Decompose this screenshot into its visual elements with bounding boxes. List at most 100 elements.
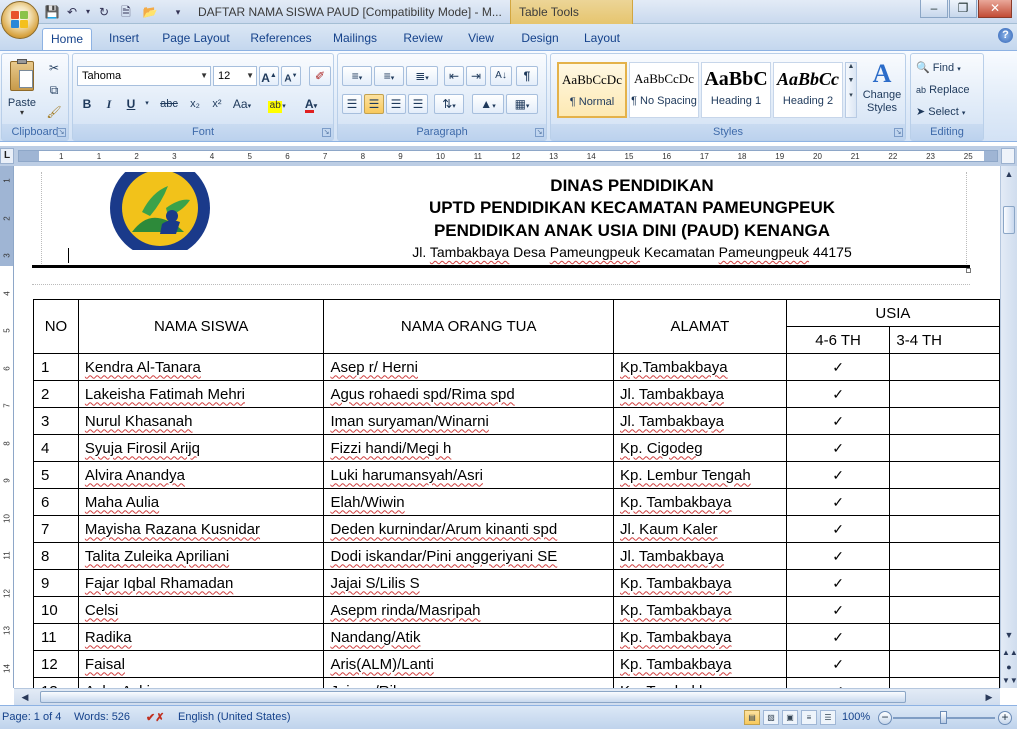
draft-view-icon[interactable]: ☰ — [820, 710, 836, 725]
cell-nama-orang-tua[interactable]: Jajang/Rika — [323, 677, 615, 688]
cell-nama-orang-tua[interactable]: Aris(ALM)/Lanti — [323, 650, 615, 678]
show-formatting-button[interactable]: ¶ — [516, 66, 538, 86]
minimize-button[interactable]: – — [920, 0, 948, 18]
cell-no[interactable]: 2 — [33, 380, 79, 408]
cell-age-4-6[interactable]: ✓ — [785, 488, 891, 516]
cell-no[interactable]: 1 — [33, 353, 79, 381]
cell-nama-orang-tua[interactable]: Dodi iskandar/Pini anggeriyani SE — [323, 542, 615, 570]
bold-button[interactable]: B — [77, 94, 97, 114]
cell-nama-siswa[interactable]: Nurul Khasanah — [77, 407, 325, 435]
vertical-scroll-thumb[interactable] — [1003, 206, 1015, 234]
tab-review[interactable]: Review — [396, 28, 450, 50]
scroll-right-icon[interactable]: ▶ — [982, 690, 996, 704]
cut-icon[interactable]: ✂ — [44, 58, 64, 78]
header-usia[interactable]: USIA — [785, 299, 1000, 327]
cell-no[interactable]: 3 — [33, 407, 79, 435]
header-nama-orang-tua[interactable]: NAMA ORANG TUA — [323, 299, 615, 354]
cell-age-4-6[interactable]: ✓ — [785, 623, 891, 651]
replace-button[interactable]: ab Replace — [915, 80, 981, 100]
tab-view[interactable]: View — [460, 28, 502, 50]
cell-nama-orang-tua[interactable]: Asepm rinda/Masripah — [323, 596, 615, 624]
cell-no[interactable]: 7 — [33, 515, 79, 543]
table-row[interactable]: 10 Celsi Asepm rinda/Masripah Kp. Tambakbay… — [33, 596, 1000, 624]
students-table[interactable]: NO NAMA SISWA NAMA ORANG TUA ALAMAT USIA… — [33, 299, 1000, 688]
change-case-button[interactable]: Aa▾ — [229, 94, 255, 114]
table-row[interactable]: 11 Radika Nandang/Atik Kp. Tambakbaya ✓ — [33, 623, 1000, 651]
shading-icon[interactable]: ▲▾ — [472, 94, 504, 114]
undo-dropdown-icon[interactable]: ▾ — [80, 4, 96, 20]
cell-nama-siswa[interactable]: Kendra Al-Tanara — [77, 353, 325, 381]
cell-age-4-6[interactable]: ✓ — [785, 353, 891, 381]
cell-alamat[interactable]: Kp.Tambakbaya — [613, 353, 787, 381]
cell-nama-siswa[interactable]: Radika — [77, 623, 325, 651]
cell-age-3-4[interactable] — [889, 542, 1000, 570]
cell-nama-orang-tua[interactable]: Nandang/Atik — [323, 623, 615, 651]
italic-button[interactable]: I — [99, 94, 119, 114]
cell-nama-siswa[interactable]: Syuja Firosil Arijq — [77, 434, 325, 462]
office-button[interactable] — [1, 1, 39, 39]
underline-dropdown-icon[interactable]: ▾ — [143, 94, 151, 114]
cell-age-4-6[interactable]: ✓ — [785, 569, 891, 597]
tab-mailings[interactable]: Mailings — [326, 28, 384, 50]
cell-age-3-4[interactable] — [889, 515, 1000, 543]
borders-icon[interactable]: ▦▾ — [506, 94, 538, 114]
cell-age-3-4[interactable] — [889, 353, 1000, 381]
bullets-icon[interactable]: ≡▾ — [342, 66, 372, 86]
cell-alamat[interactable]: Kp. Tambakbaya — [613, 596, 787, 624]
cell-nama-orang-tua[interactable]: Jajai S/Lilis S — [323, 569, 615, 597]
full-screen-reading-icon[interactable]: ▧ — [763, 710, 779, 725]
previous-page-icon[interactable]: ▲▲ — [1002, 646, 1017, 660]
tab-insert[interactable]: Insert — [102, 28, 146, 50]
underline-button[interactable]: U — [121, 94, 141, 114]
scroll-left-icon[interactable]: ◀ — [18, 690, 32, 704]
close-button[interactable]: ✕ — [978, 0, 1012, 18]
align-left-icon[interactable]: ☰ — [342, 94, 362, 114]
view-ruler-icon[interactable] — [1001, 148, 1015, 164]
cell-age-3-4[interactable] — [889, 488, 1000, 516]
align-right-icon[interactable]: ☰ — [386, 94, 406, 114]
document-page[interactable]: DINAS PENDIDIKAN UPTD PENDIDIKAN KECAMAT… — [14, 166, 1000, 688]
cell-age-4-6[interactable]: ✓ — [785, 677, 891, 688]
cell-nama-orang-tua[interactable]: Asep r/ Herni — [323, 353, 615, 381]
strikethrough-button[interactable]: abc — [155, 94, 183, 114]
numbering-icon[interactable]: ≡▾ — [374, 66, 404, 86]
table-row[interactable]: 5 Alvira Anandya Luki harumansyah/Asri Kp. … — [33, 461, 1000, 489]
cell-age-3-4[interactable] — [889, 596, 1000, 624]
cell-alamat[interactable]: Kp. Tambakbaya — [613, 569, 787, 597]
font-family-combo[interactable]: Tahoma ▼ — [77, 66, 211, 86]
redo-icon[interactable]: ↻ — [96, 4, 112, 20]
new-document-icon[interactable]: 🗎 — [118, 4, 134, 20]
cell-nama-orang-tua[interactable]: Elah/Wiwin — [323, 488, 615, 516]
cell-age-3-4[interactable] — [889, 380, 1000, 408]
table-row[interactable]: 6 Maha Aulia Elah/Wiwin Kp. Tambakbaya ✓ — [33, 488, 1000, 516]
line-spacing-icon[interactable]: ⇅▾ — [434, 94, 464, 114]
tab-home[interactable]: Home — [42, 28, 92, 50]
cell-no[interactable]: 6 — [33, 488, 79, 516]
increase-indent-icon[interactable]: ⇥ — [466, 66, 486, 86]
cell-alamat[interactable]: Jl. Tambakbaya — [613, 380, 787, 408]
cell-alamat[interactable]: Jl. Tambakbaya — [613, 407, 787, 435]
table-row[interactable]: 4 Syuja Firosil Arijq Fizzi handi/Megi h Kp… — [33, 434, 1000, 462]
vertical-scrollbar[interactable]: ▲ ▼ ▲▲ ● ▼▼ — [1000, 166, 1017, 688]
grow-font-button[interactable]: A▲ — [259, 66, 279, 86]
cell-nama-siswa[interactable]: Lakeisha Fatimah Mehri — [77, 380, 325, 408]
clipboard-launcher-icon[interactable]: ↘ — [57, 128, 66, 137]
zoom-level[interactable]: 100% — [842, 711, 870, 723]
select-browse-object-icon[interactable]: ● — [1002, 660, 1016, 674]
align-center-icon[interactable]: ☰ — [364, 94, 384, 114]
tab-design[interactable]: Design — [516, 28, 564, 50]
styles-gallery-scroll[interactable]: ▲ ▼ ▾ — [845, 62, 857, 118]
horizontal-scroll-thumb[interactable] — [40, 691, 906, 703]
cell-age-4-6[interactable]: ✓ — [785, 596, 891, 624]
style-no-spacing[interactable]: AaBbCcDc ¶ No Spacing — [629, 62, 699, 118]
cell-alamat[interactable]: Kp. Cigodeg — [613, 434, 787, 462]
scroll-up-icon[interactable]: ▲ — [1002, 167, 1016, 181]
cell-alamat[interactable]: Kp. Tambakbaya — [613, 677, 787, 688]
cell-age-3-4[interactable] — [889, 461, 1000, 489]
header-nama-siswa[interactable]: NAMA SISWA — [77, 299, 325, 354]
cell-nama-orang-tua[interactable]: Agus rohaedi spd/Rima spd — [323, 380, 615, 408]
undo-icon[interactable]: ↶ — [64, 4, 80, 20]
subscript-button[interactable]: x₂ — [185, 94, 205, 114]
table-row[interactable]: 8 Talita Zuleika Apriliani Dodi iskandar/P… — [33, 542, 1000, 570]
language-indicator[interactable]: English (United States) — [178, 711, 291, 723]
